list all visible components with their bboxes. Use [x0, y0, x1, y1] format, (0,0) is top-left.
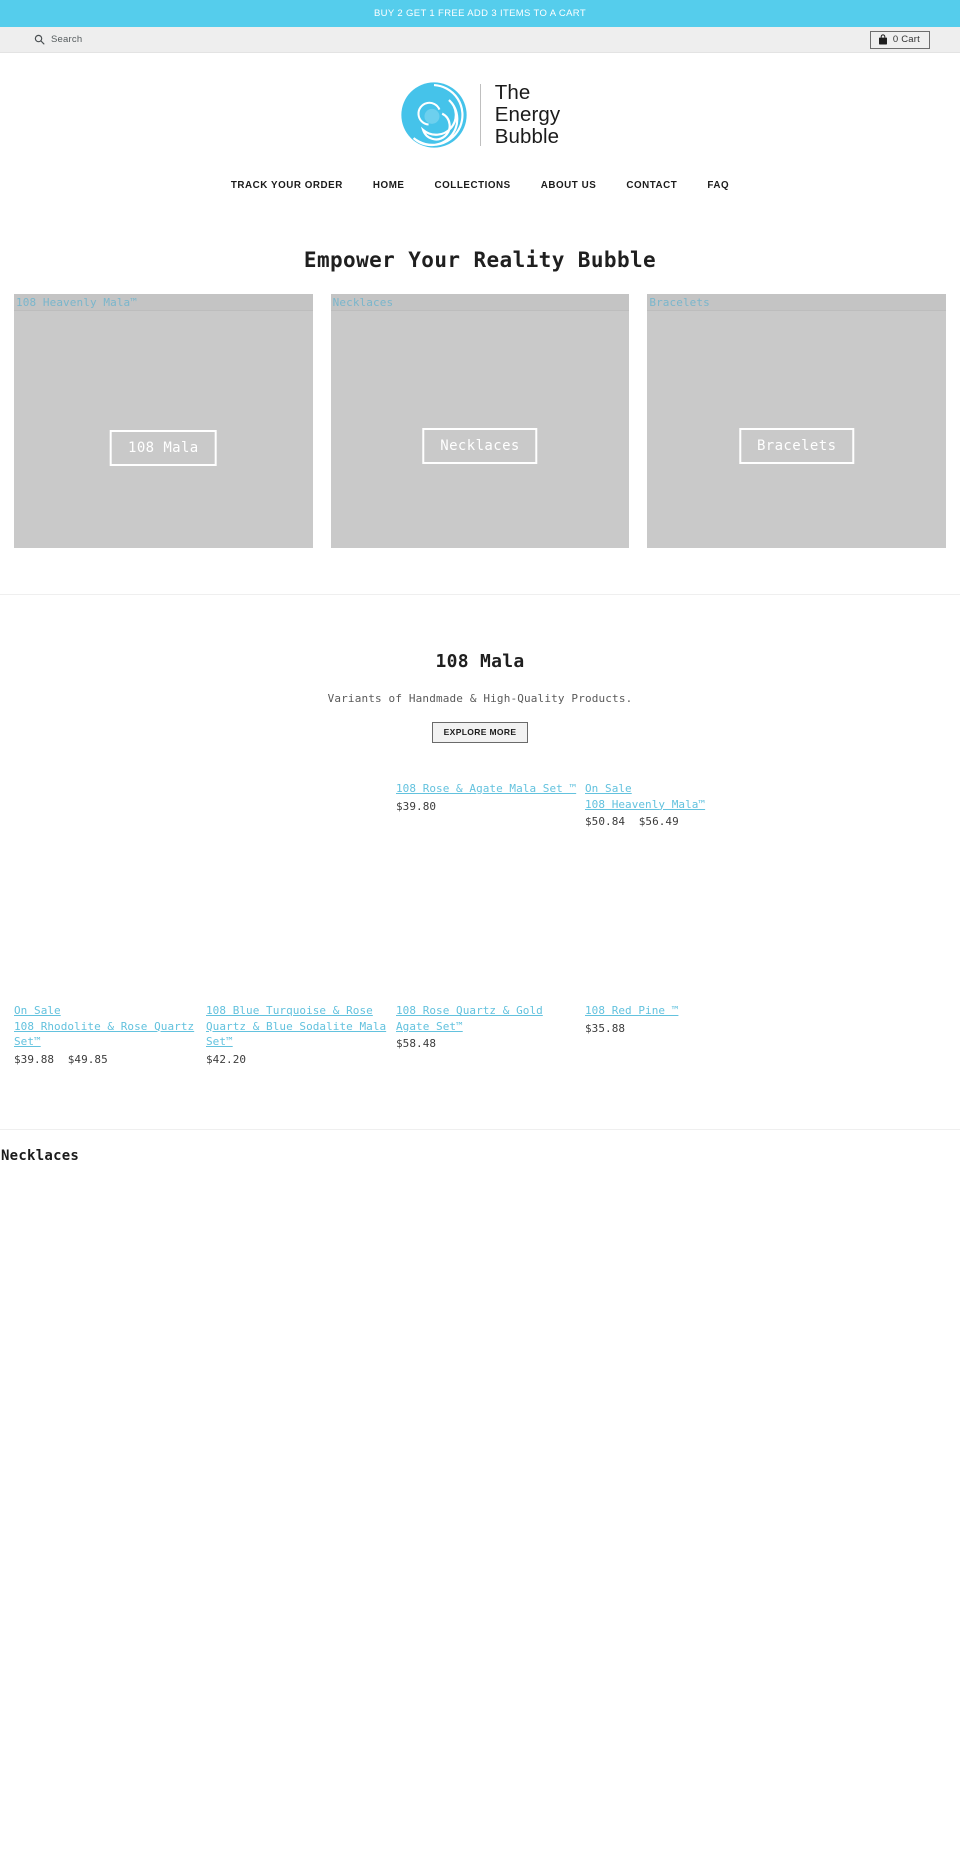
product-price-current: $42.20 [206, 1052, 247, 1066]
product-sale-badge[interactable]: On Sale [585, 781, 775, 797]
product-price-current: $39.80 [396, 799, 437, 813]
product-grid: 108 Rose & Agate Mala Set ™ $39.80 On Sa… [0, 781, 960, 1111]
product-card[interactable]: On Sale 108 Rhodolite & Rose Quartz Set™… [14, 1003, 204, 1068]
category-card-necklaces[interactable]: Necklaces Necklaces [330, 294, 630, 548]
category-card-row: 108 Heavenly Mala™ 108 Mala Necklaces Ne… [0, 294, 960, 548]
shopping-bag-icon [878, 33, 887, 44]
product-title-link[interactable]: 108 Rose Quartz & Gold Agate Set™ [396, 1003, 582, 1034]
product-price: $35.88 [585, 1021, 775, 1037]
product-card[interactable]: 108 Red Pine ™ $35.88 [585, 1003, 775, 1037]
product-title-link[interactable]: 108 Rhodolite & Rose Quartz Set™ [14, 1019, 204, 1050]
category-button-108-mala[interactable]: 108 Mala [110, 430, 217, 466]
utility-bar: Search 0 Cart [0, 27, 960, 53]
product-card[interactable]: 108 Rose Quartz & Gold Agate Set™ $58.48 [396, 1003, 582, 1052]
category-image-alt-text: Bracelets [649, 296, 710, 309]
announcement-bar: BUY 2 GET 1 FREE ADD 3 ITEMS TO A CART [0, 0, 960, 27]
product-price-compare: $56.49 [638, 815, 679, 828]
nav-item-faq[interactable]: FAQ [692, 180, 744, 191]
category-button-necklaces[interactable]: Necklaces [422, 428, 538, 464]
nav-item-track-your-order[interactable]: TRACK YOUR ORDER [216, 180, 358, 191]
site-logo-link[interactable]: The Energy Bubble [400, 81, 561, 149]
product-card[interactable]: 108 Rose & Agate Mala Set ™ $39.80 [396, 781, 596, 815]
nav-item-contact[interactable]: CONTACT [611, 180, 692, 191]
search-button[interactable]: Search [14, 34, 82, 45]
hero-heading: Empower Your Reality Bubble [303, 248, 657, 272]
product-price: $39.80 [396, 799, 596, 815]
product-price-current: $58.48 [396, 1037, 437, 1050]
brand-line-1: The [494, 80, 531, 104]
category-card-108-mala[interactable]: 108 Heavenly Mala™ 108 Mala [14, 294, 313, 548]
section-title-necklaces: Necklaces [1, 1148, 80, 1164]
category-image-alt-text: 108 Heavenly Mala™ [16, 296, 138, 309]
collection-subtitle: Variants of Handmade & High-Quality Prod… [327, 692, 633, 705]
product-price: $42.20 [206, 1052, 396, 1068]
category-image-alt-text: Necklaces [332, 296, 394, 309]
announcement-text: BUY 2 GET 1 FREE ADD 3 ITEMS TO A CART [374, 8, 586, 19]
product-title-link[interactable]: 108 Red Pine ™ [585, 1003, 775, 1019]
collection-header: 108 Mala Variants of Handmade & High-Qua… [0, 595, 960, 743]
cart-button[interactable]: 0 Cart [869, 30, 930, 49]
category-card-bracelets[interactable]: Bracelets Bracelets [647, 294, 947, 548]
product-price-current: $39.88 [14, 1052, 55, 1066]
product-price-compare: $49.85 [67, 1052, 108, 1066]
explore-more-button[interactable]: EXPLORE MORE [431, 722, 529, 743]
product-sale-badge[interactable]: On Sale [14, 1003, 204, 1019]
brand-name: The Energy Bubble [494, 80, 561, 148]
cart-count-label: 0 Cart [892, 33, 920, 45]
logo-divider [479, 83, 481, 146]
product-price-current: $35.88 [585, 1021, 626, 1035]
product-price: $50.84 $56.49 [585, 814, 775, 830]
search-label: Search [51, 34, 83, 45]
bubble-spiral-logo-icon [401, 81, 467, 148]
logo-area: The Energy Bubble [0, 53, 960, 168]
collection-title: 108 Mala [435, 651, 525, 672]
brand-line-2: Energy [494, 102, 561, 126]
search-icon [34, 34, 45, 45]
nav-item-home[interactable]: HOME [358, 180, 420, 191]
product-card[interactable]: On Sale 108 Heavenly Mala™ $50.84 $56.49 [585, 781, 775, 830]
product-card[interactable]: 108 Blue Turquoise & Rose Quartz & Blue … [206, 1003, 396, 1068]
product-price: $39.88 $49.85 [14, 1052, 204, 1068]
nav-item-about-us[interactable]: ABOUT US [526, 180, 612, 191]
product-price-current: $50.84 [585, 815, 626, 828]
category-button-bracelets[interactable]: Bracelets [738, 428, 855, 464]
product-title-link[interactable]: 108 Blue Turquoise & Rose Quartz & Blue … [206, 1003, 396, 1050]
product-title-link[interactable]: 108 Rose & Agate Mala Set ™ [396, 781, 596, 797]
brand-line-3: Bubble [494, 124, 560, 148]
product-price: $58.48 [396, 1036, 582, 1052]
nav-item-collections[interactable]: COLLECTIONS [420, 180, 526, 191]
product-title-link[interactable]: 108 Heavenly Mala™ [585, 797, 775, 813]
main-navigation: TRACK YOUR ORDER HOME COLLECTIONS ABOUT … [0, 168, 960, 202]
